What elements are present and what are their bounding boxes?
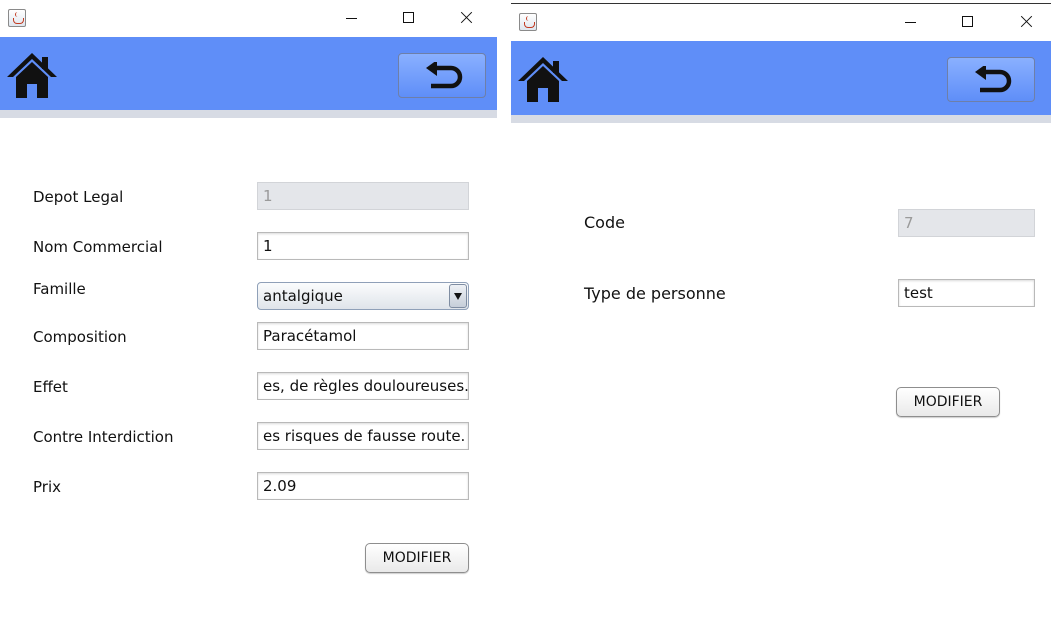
contre-interdiction-field[interactable]: es risques de fausse route. xyxy=(257,422,469,450)
medicament-window: Depot Legal 1 Nom Commercial 1 Famille a… xyxy=(0,0,497,642)
maximize-button[interactable] xyxy=(388,6,428,30)
effet-value: es, de règles douloureuses. xyxy=(263,377,469,395)
depot-legal-label: Depot Legal xyxy=(33,188,124,206)
back-button[interactable] xyxy=(398,53,486,98)
composition-field[interactable]: Paracétamol xyxy=(257,322,469,350)
home-button[interactable] xyxy=(6,51,62,103)
composition-label: Composition xyxy=(33,328,127,346)
java-icon xyxy=(8,9,26,27)
back-button[interactable] xyxy=(947,57,1035,102)
effet-label: Effet xyxy=(33,378,68,396)
prix-label: Prix xyxy=(33,478,61,496)
type-personne-window: Code 7 Type de personne test MODIFIER xyxy=(511,0,1051,642)
maximize-icon xyxy=(403,12,414,23)
title-bar xyxy=(0,0,497,36)
close-button[interactable] xyxy=(446,6,486,30)
nom-commercial-label: Nom Commercial xyxy=(33,238,163,256)
header-bar xyxy=(0,37,497,118)
home-button[interactable] xyxy=(517,55,573,107)
famille-selected-value: antalgique xyxy=(263,287,343,305)
close-button[interactable] xyxy=(1006,10,1046,34)
minimize-button[interactable] xyxy=(890,10,930,34)
famille-label: Famille xyxy=(33,280,86,298)
maximize-icon xyxy=(962,16,973,27)
header-bar xyxy=(511,41,1051,123)
contre-interdiction-label: Contre Interdiction xyxy=(33,428,174,446)
title-bar xyxy=(511,3,1051,40)
maximize-button[interactable] xyxy=(947,10,987,34)
minimize-icon xyxy=(905,22,916,23)
type-personne-field[interactable]: test xyxy=(898,279,1035,307)
code-label: Code xyxy=(584,213,625,232)
famille-select[interactable]: antalgique xyxy=(257,282,469,310)
contre-interdiction-value: es risques de fausse route. xyxy=(263,427,466,445)
type-personne-label: Type de personne xyxy=(584,284,726,303)
home-icon xyxy=(518,57,568,102)
minimize-button[interactable] xyxy=(331,6,371,30)
chevron-down-icon[interactable] xyxy=(449,284,467,308)
java-icon xyxy=(519,13,537,31)
modifier-button[interactable]: MODIFIER xyxy=(896,387,1000,417)
effet-field[interactable]: es, de règles douloureuses. xyxy=(257,372,469,400)
code-field[interactable]: 7 xyxy=(898,209,1035,237)
modifier-button[interactable]: MODIFIER xyxy=(365,543,469,573)
minimize-icon xyxy=(346,18,357,19)
home-icon xyxy=(7,53,57,98)
undo-arrow-icon xyxy=(975,66,1012,93)
nom-commercial-field[interactable]: 1 xyxy=(257,232,469,260)
prix-field[interactable]: 2.09 xyxy=(257,472,469,500)
undo-arrow-icon xyxy=(426,62,463,89)
depot-legal-field[interactable]: 1 xyxy=(257,182,469,210)
